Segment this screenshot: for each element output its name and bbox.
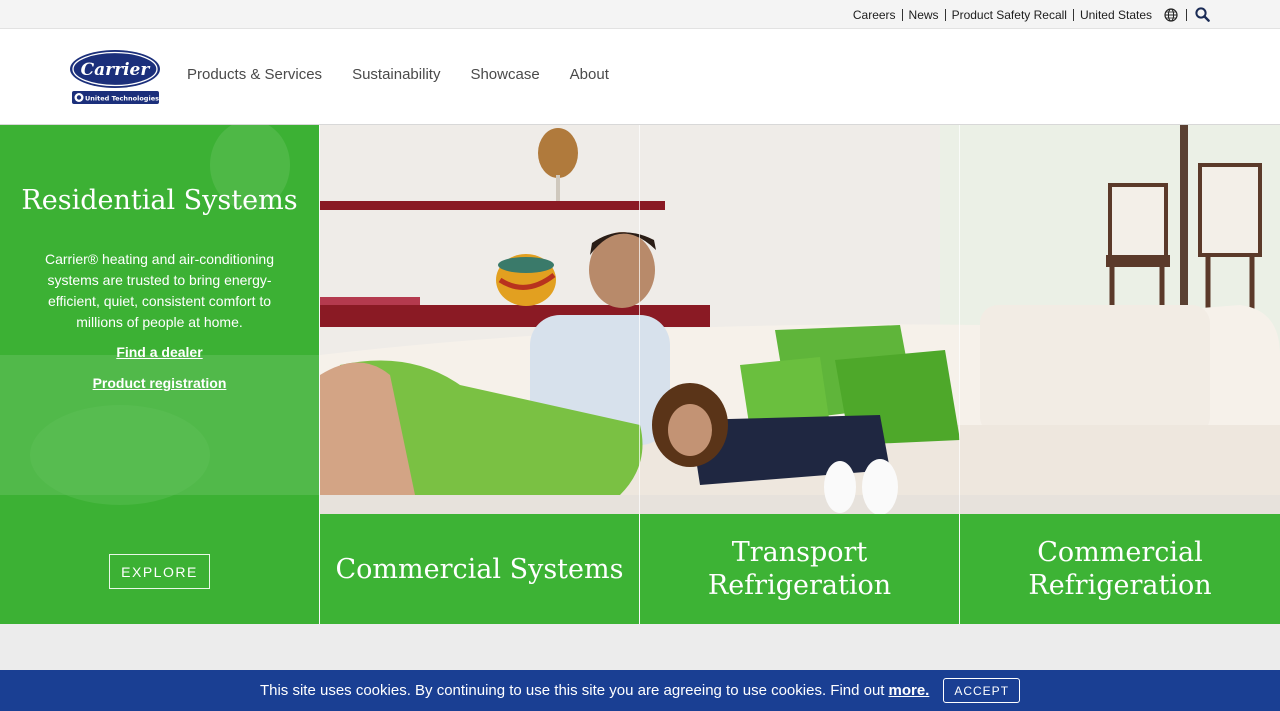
panel-divider [639,125,640,624]
nav-showcase[interactable]: Showcase [470,66,539,83]
living-room-photo [320,125,1280,514]
utility-bar: Careers News Product Safety Recall Unite… [0,0,1280,29]
search-icon[interactable] [1195,7,1210,22]
separator [944,9,946,21]
utility-links: Careers News Product Safety Recall Unite… [853,8,1152,22]
residential-systems-title: Residential Systems [21,185,298,216]
product-registration-link[interactable]: Product registration [0,375,319,391]
accept-cookies-button[interactable]: ACCEPT [943,678,1021,703]
separator [1186,9,1187,21]
separator [1072,9,1074,21]
explore-button[interactable]: EXPLORE [109,554,210,589]
careers-link[interactable]: Careers [853,8,896,22]
nav-about[interactable]: About [570,66,609,83]
panel-divider [319,125,320,624]
separator [901,9,903,21]
residential-systems-description: Carrier® heating and air-conditioning sy… [45,251,274,330]
product-safety-recall-link[interactable]: Product Safety Recall [952,8,1067,22]
residential-systems-panel: Residential Systems Carrier® heating and… [0,125,319,624]
hero-section: Residential Systems Carrier® heating and… [0,125,1280,624]
nav-products-services[interactable]: Products & Services [187,66,322,83]
commercial-refrigeration-tile[interactable]: Commercial Refrigeration [960,514,1280,624]
news-link[interactable]: News [909,8,939,22]
site-header: Carrier United Technologies Products & S… [0,29,1280,125]
transport-refrigeration-tile[interactable]: Transport Refrigeration [640,514,959,624]
carrier-logo[interactable]: Carrier United Technologies [69,49,161,107]
cookie-message: This site uses cookies. By continuing to… [259,682,885,699]
cookie-banner: This site uses cookies. By continuing to… [0,670,1280,711]
svg-text:United Technologies: United Technologies [85,95,159,103]
cookie-more-link[interactable]: more. [888,682,929,699]
commercial-refrigeration-label: Commercial Refrigeration [1028,537,1212,601]
panel-divider [959,125,960,624]
svg-text:Carrier: Carrier [81,60,151,80]
globe-icon[interactable] [1164,8,1178,22]
nav-sustainability[interactable]: Sustainability [352,66,440,83]
main-nav: Products & Services Sustainability Showc… [187,66,609,83]
commercial-systems-tile[interactable]: Commercial Systems [320,514,639,624]
find-a-dealer-link[interactable]: Find a dealer [0,344,319,360]
country-selector-link[interactable]: United States [1080,8,1152,22]
